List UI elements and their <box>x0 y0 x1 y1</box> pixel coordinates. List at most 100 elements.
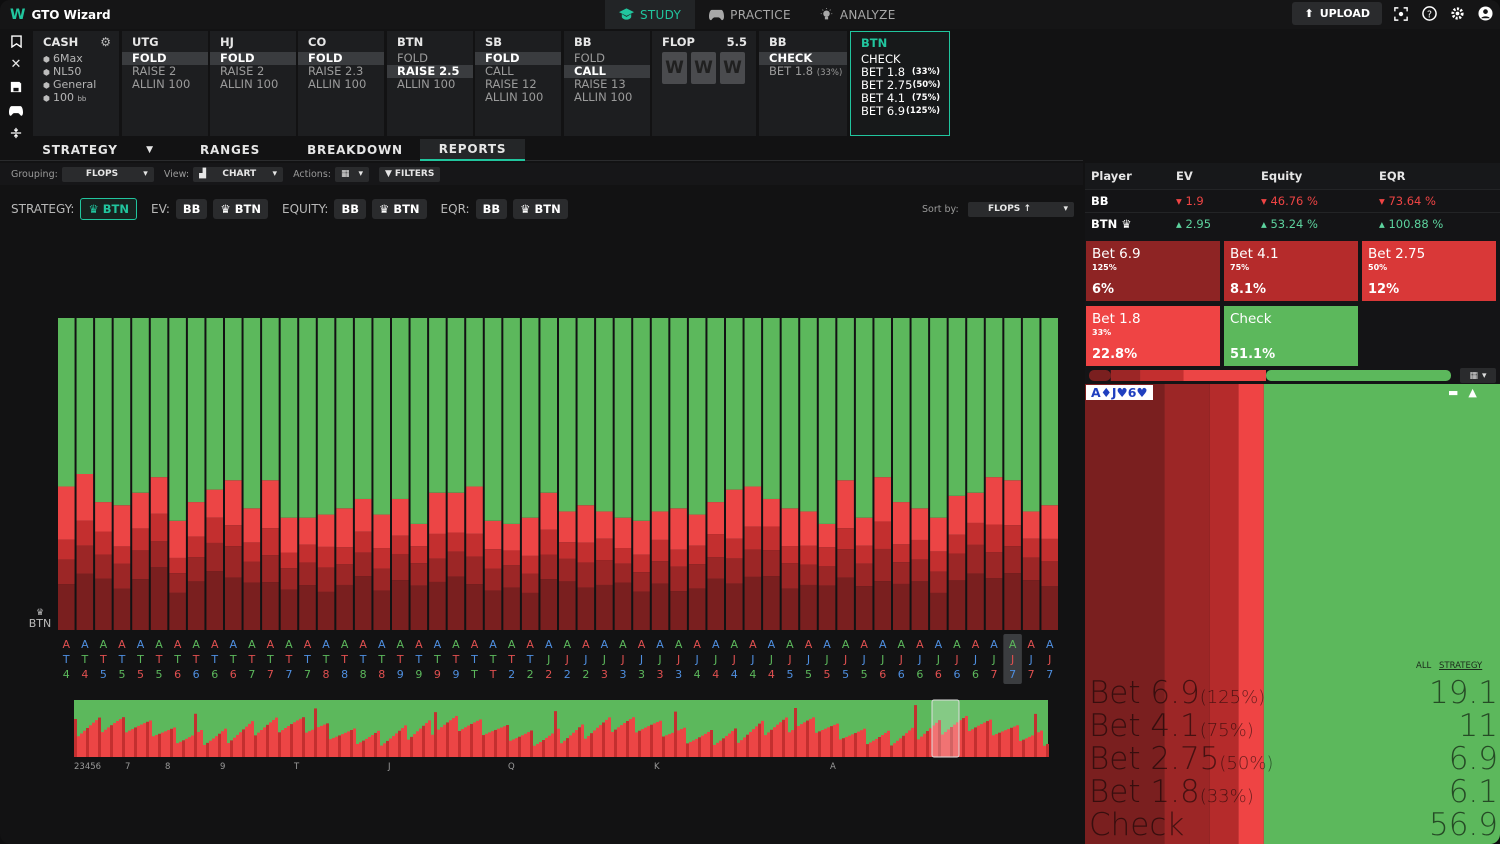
ev-bb-button[interactable]: BB <box>175 199 208 219</box>
action-tile[interactable]: Check 51.1% <box>1224 306 1358 366</box>
chart-bar-stack[interactable] <box>1004 318 1021 630</box>
chart-bar-stack[interactable] <box>521 318 539 630</box>
position-action[interactable]: ALLIN 100 <box>122 78 208 91</box>
chart-bar-stack[interactable] <box>410 318 428 630</box>
tab-analyze[interactable]: ANALYZE <box>805 0 910 29</box>
position-card-utg[interactable]: UTG FOLD RAISE 2 ALLIN 100 <box>122 31 208 136</box>
chart-bar-stack[interactable] <box>336 318 353 630</box>
sort-select[interactable]: FLOPS ↑ ▾ <box>968 201 1074 217</box>
hand-strategy-toggle[interactable]: STRATEGY <box>1439 661 1482 671</box>
chart-bar-stack[interactable] <box>726 318 743 630</box>
chart-bar-stack[interactable] <box>559 318 576 630</box>
filters-button[interactable]: ▼ FILTERS <box>378 166 441 182</box>
chart-bar-stack[interactable] <box>484 318 502 630</box>
chart-bar-stack[interactable] <box>132 318 149 630</box>
chart-bar-stack[interactable] <box>150 318 168 630</box>
cash-card[interactable]: CASH ⚙ 6Max NL50 General 100 bb <box>33 31 119 136</box>
equity-bb-button[interactable]: BB <box>334 199 366 219</box>
chart-bar-stack[interactable] <box>447 318 465 630</box>
account-icon[interactable] <box>1476 5 1494 23</box>
hand-all-toggle[interactable]: ALL <box>1416 661 1431 671</box>
position-card-sb[interactable]: SB FOLD CALL RAISE 12 ALLIN 100 <box>475 31 561 136</box>
chart-bar-stack[interactable] <box>800 318 817 630</box>
chart-bar-stack[interactable] <box>911 318 929 630</box>
position-action[interactable]: ALLIN 100 <box>387 78 473 91</box>
chart-bar-stack[interactable] <box>948 318 966 630</box>
flop-card[interactable]: FLOP 5.5 WWW <box>652 31 756 136</box>
chart-bar-stack[interactable] <box>503 318 520 630</box>
subtab-breakdown[interactable]: BREAKDOWN <box>290 139 420 161</box>
chart-bar-stack[interactable] <box>76 318 94 630</box>
position-card-co[interactable]: CO FOLD RAISE 2.3 ALLIN 100 <box>298 31 384 136</box>
chart-bar-stack[interactable] <box>967 318 984 630</box>
action-tile[interactable]: Bet 1.8 33% 22.8% <box>1086 306 1220 366</box>
position-action[interactable]: ALLIN 100 <box>564 91 650 104</box>
strategy-btn-button[interactable]: ♛ BTN <box>80 198 138 220</box>
gear-icon[interactable]: ⚙ <box>100 35 111 49</box>
chart-bar-stack[interactable] <box>1041 318 1058 630</box>
tile-layout-select[interactable]: ▦ ▾ <box>1460 368 1496 383</box>
chart-bar-stack[interactable] <box>855 318 873 630</box>
gear-icon[interactable] <box>1448 5 1466 23</box>
chart-bar-stack[interactable] <box>169 318 186 630</box>
flop-card-2[interactable]: W <box>691 52 716 84</box>
tab-study[interactable]: STUDY <box>605 0 696 29</box>
subtab-strategy[interactable]: STRATEGY <box>0 139 130 161</box>
chart-bar-stack[interactable] <box>95 318 112 630</box>
chart-bar-stack[interactable] <box>280 318 298 630</box>
chart-bar-stack[interactable] <box>429 318 446 630</box>
view-select[interactable]: ▟ CHART ▾ <box>193 166 284 182</box>
position-card-hj[interactable]: HJ FOLD RAISE 2 ALLIN 100 <box>210 31 296 136</box>
actions-select[interactable]: ▦ ▾ <box>334 166 369 182</box>
action-tile[interactable]: Bet 2.75 50% 12% <box>1362 241 1496 301</box>
gamepad-icon[interactable] <box>2 100 30 120</box>
save-icon[interactable] <box>2 77 30 97</box>
subtab-reports[interactable]: REPORTS <box>420 139 525 161</box>
chart-bar-stack[interactable] <box>633 318 650 630</box>
chart-bar-stack[interactable] <box>373 318 390 630</box>
chart-bar-stack[interactable] <box>781 318 799 630</box>
ev-btn-button[interactable]: ♛ BTN <box>213 199 268 219</box>
chart-bar-stack[interactable] <box>113 318 131 630</box>
chart-bar-stack[interactable] <box>985 318 1003 630</box>
btn-flop-action[interactable]: BET 6.9 (125%) <box>851 105 949 118</box>
bookmark-icon[interactable] <box>2 31 30 51</box>
chart-bar-stack[interactable] <box>930 318 947 630</box>
position-card-bb[interactable]: BB FOLD CALL RAISE 13 ALLIN 100 <box>564 31 650 136</box>
chart-bar-stack[interactable] <box>893 318 910 630</box>
tab-practice[interactable]: PRACTICE <box>695 0 805 29</box>
chart-bar-stack[interactable] <box>299 318 316 630</box>
help-icon[interactable]: ? <box>1420 5 1438 23</box>
bb-flop-card[interactable]: BB CHECK BET 1.8 (33%) <box>759 31 847 136</box>
chart-bar-stack[interactable] <box>206 318 223 630</box>
position-action[interactable]: ALLIN 100 <box>210 78 296 91</box>
chart-bar-stack[interactable] <box>262 318 279 630</box>
chart-bar-stack[interactable] <box>540 318 557 630</box>
chart-bar-stack[interactable] <box>225 318 242 630</box>
subtab-ranges[interactable]: RANGES <box>170 139 290 161</box>
chart-bar-stack[interactable] <box>58 318 75 630</box>
chart-bar-stack[interactable] <box>744 318 762 630</box>
position-action[interactable]: ALLIN 100 <box>475 91 561 104</box>
grouping-select[interactable]: FLOPS ▾ <box>61 166 154 182</box>
chart-bar-stack[interactable] <box>763 318 780 630</box>
btn-flop-card[interactable]: BTN CHECK BET 1.8 (33%) BET 2.75 (50%) BET 4.… <box>850 31 950 136</box>
screenshot-icon[interactable] <box>1392 5 1410 23</box>
chevron-down-icon[interactable]: ▼ <box>130 139 170 161</box>
flop-card-1[interactable]: W <box>662 52 687 84</box>
chart-bar-stack[interactable] <box>354 318 372 630</box>
chart-bar-stack[interactable] <box>837 318 854 630</box>
eqr-btn-button[interactable]: ♛ BTN <box>513 199 568 219</box>
chart-bar-stack[interactable] <box>688 318 706 630</box>
action-tile[interactable]: Bet 6.9 125% 6% <box>1086 241 1220 301</box>
chart-bar-stack[interactable] <box>874 318 891 630</box>
chart-bar-stack[interactable] <box>614 318 632 630</box>
flop-card-3[interactable]: W <box>720 52 745 84</box>
chart-bar-stack[interactable] <box>596 318 613 630</box>
close-icon[interactable]: ✕ <box>2 54 30 74</box>
chart-bar-stack[interactable] <box>466 318 483 630</box>
chart-bar-stack[interactable] <box>187 318 205 630</box>
chart-bar-stack[interactable] <box>1022 318 1040 630</box>
app-logo[interactable]: W GTO Wizard <box>10 7 111 23</box>
chart-bar-stack[interactable] <box>317 318 335 630</box>
